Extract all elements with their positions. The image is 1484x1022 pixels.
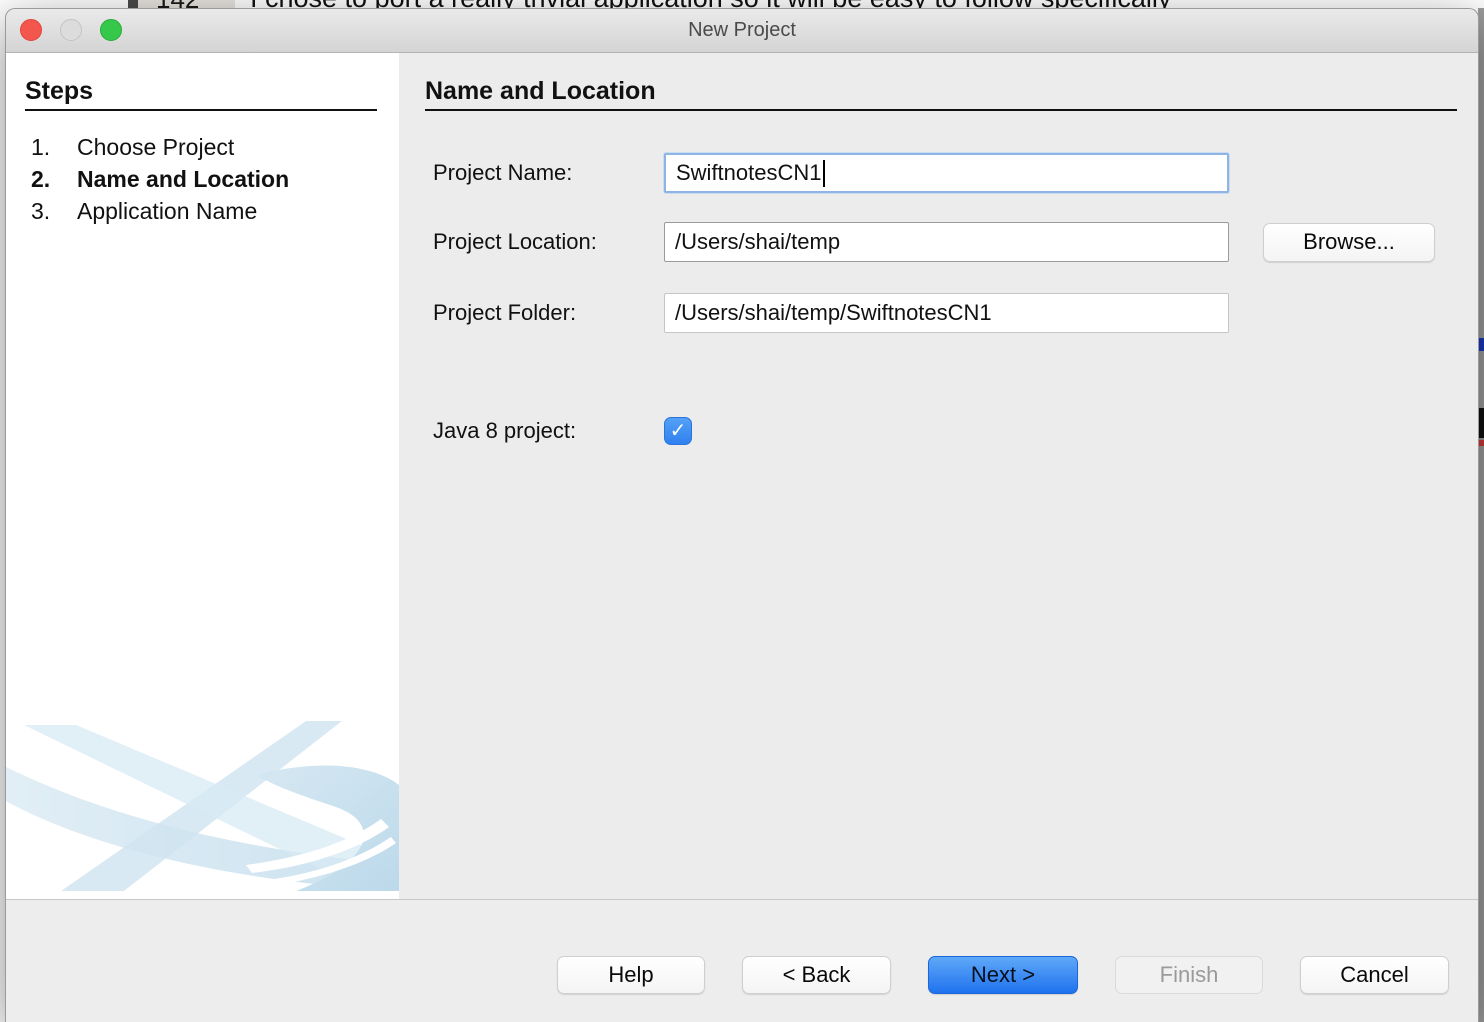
checkmark-icon: ✓ (670, 421, 687, 441)
close-button[interactable] (20, 19, 42, 41)
next-button[interactable]: Next > (928, 956, 1078, 994)
dialog-content: Steps 1. Choose Project 2. Name and Loca… (6, 53, 1478, 899)
text-caret (823, 160, 825, 187)
panel-heading: Name and Location (425, 77, 656, 106)
finish-button: Finish (1115, 956, 1263, 994)
project-location-label: Project Location: (433, 229, 664, 255)
project-name-input[interactable]: SwiftnotesCN1 (664, 153, 1229, 193)
step-item-name-and-location: 2. Name and Location (31, 163, 289, 195)
steps-sidebar: Steps 1. Choose Project 2. Name and Loca… (6, 53, 399, 899)
java8-checkbox[interactable]: ✓ (664, 417, 692, 445)
back-button[interactable]: < Back (742, 956, 891, 994)
window-title: New Project (688, 19, 796, 42)
browse-button[interactable]: Browse... (1263, 223, 1435, 262)
project-folder-label: Project Folder: (433, 300, 664, 326)
netbeans-swoosh-graphic (6, 715, 399, 891)
project-name-row: Project Name: SwiftnotesCN1 (433, 153, 1229, 193)
project-location-input[interactable]: /Users/shai/temp (664, 222, 1229, 262)
dialog-footer: Help < Back Next > Finish Cancel (6, 899, 1478, 1022)
step-item-choose-project: 1. Choose Project (31, 131, 289, 163)
title-bar[interactable]: New Project (6, 9, 1478, 53)
steps-heading-rule (25, 109, 377, 111)
java8-label: Java 8 project: (433, 418, 664, 444)
panel-heading-rule (425, 109, 1457, 111)
cancel-button[interactable]: Cancel (1300, 956, 1449, 994)
minimize-button (60, 19, 82, 41)
project-name-label: Project Name: (433, 160, 664, 186)
step-item-application-name: 3. Application Name (31, 195, 289, 227)
project-location-row: Project Location: /Users/shai/temp Brows… (433, 222, 1435, 262)
help-button[interactable]: Help (557, 956, 705, 994)
zoom-button[interactable] (100, 19, 122, 41)
steps-list: 1. Choose Project 2. Name and Location 3… (31, 131, 289, 227)
project-folder-row: Project Folder: /Users/shai/temp/Swiftno… (433, 293, 1229, 333)
steps-heading: Steps (25, 77, 93, 106)
new-project-dialog: New Project Steps 1. Choose Project 2. N… (5, 8, 1479, 1022)
java8-row: Java 8 project: ✓ (433, 411, 692, 451)
name-location-panel: Name and Location Project Name: Swiftnot… (399, 53, 1478, 899)
project-folder-field: /Users/shai/temp/SwiftnotesCN1 (664, 293, 1229, 333)
